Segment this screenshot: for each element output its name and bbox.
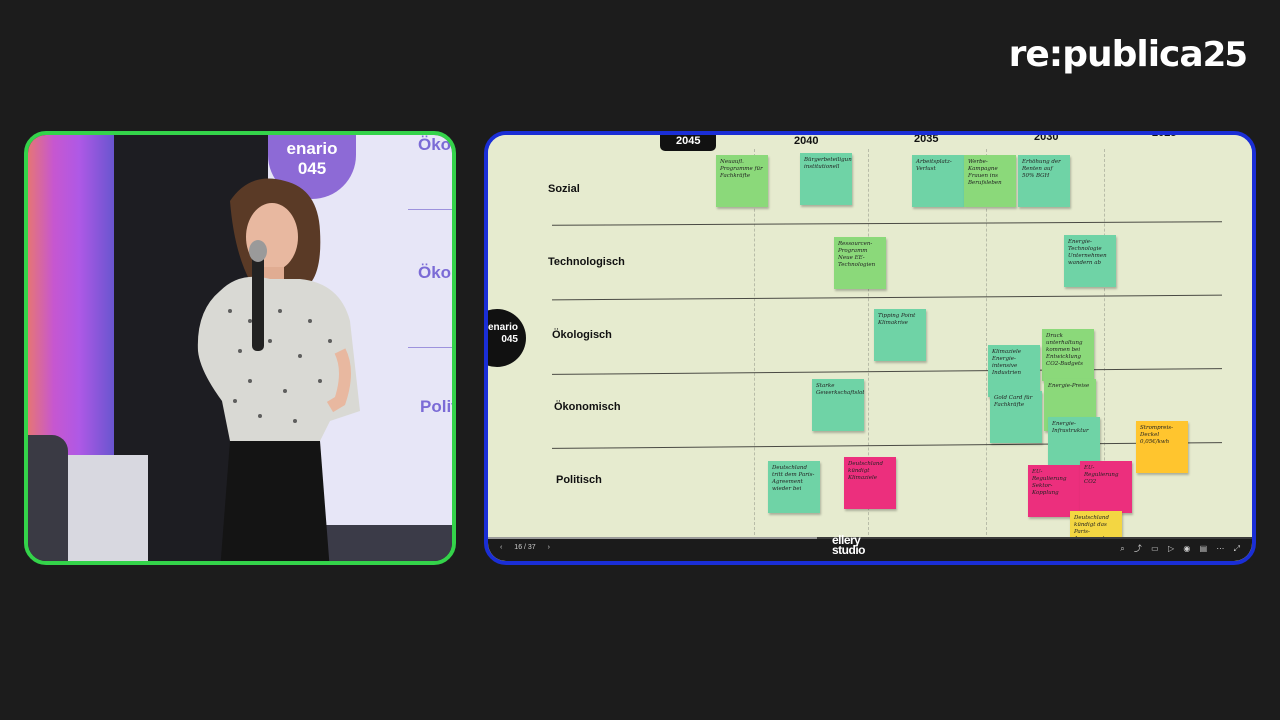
screen-label: Politi <box>420 397 452 416</box>
sticky-note: Bürgerbeteiligung institutionell <box>800 153 852 205</box>
sticky-note: Tipping Point Klimakrise <box>874 309 926 361</box>
screen-rule <box>408 347 452 348</box>
share-icon[interactable]: ⤴ <box>1134 544 1142 553</box>
sticky-note: Klimaziele Energie-intensive Industrien <box>988 345 1040 397</box>
republica-logo: re:publica25 <box>1008 34 1248 75</box>
row-label-oekologisch: Ökologisch <box>552 329 612 341</box>
broadcast-icon[interactable]: ◉ <box>1183 544 1190 553</box>
row-separator <box>552 294 1222 301</box>
notes-icon[interactable]: ▤ <box>1200 544 1208 553</box>
slide-counter: 16 / 37 <box>514 544 536 551</box>
sticky-note: Erhöhung der Renten auf 50% BGH <box>1018 155 1070 207</box>
row-separator <box>552 221 1222 226</box>
slide-photo: 2045 2040 2035 2030 2025 Sozial Technolo… <box>488 135 1252 561</box>
subtitles-icon[interactable]: ▭ <box>1151 544 1159 553</box>
studio-line: studio <box>832 542 866 557</box>
year-label: 2030 <box>1034 131 1059 143</box>
sticky-note: Werbe-Kampagne Frauen ins Berufsleben <box>964 155 1016 207</box>
slide-progress-fill <box>488 537 817 539</box>
stage-crates <box>68 455 148 561</box>
row-separator <box>552 442 1222 449</box>
ellery-studio-logo: ellery studio <box>832 534 866 557</box>
sticky-note: Deutschland tritt dem Paris-Agreement wi… <box>768 461 820 513</box>
present-icon[interactable]: ▷ <box>1168 544 1174 553</box>
year-label: 2040 <box>794 135 819 147</box>
slide-tools: ⌕ ⤴ ▭ ▷ ◉ ▤ ⋯ ⤢ <box>1113 543 1240 554</box>
scenario-badge-line: 045 <box>501 334 518 345</box>
logo-number: 25 <box>1202 35 1248 75</box>
fullscreen-icon[interactable]: ⤢ <box>1234 544 1240 553</box>
next-slide-button[interactable]: › <box>548 544 550 551</box>
sticky-note: Gold Card für Fachkräfte <box>990 391 1042 443</box>
row-label-oekonomisch: Ökonomisch <box>554 401 621 413</box>
sticky-note: Neuaufl. Programme für Fachkräfte <box>716 155 768 207</box>
podium <box>28 435 68 561</box>
sticky-note: Deutschland kündigt Klimaziele <box>844 457 896 509</box>
sticky-note: Druck unterhaltung kommen bei Entwicklun… <box>1042 329 1094 381</box>
scenario-badge-line: enario <box>487 322 518 333</box>
led-wall <box>28 135 114 465</box>
presentation-toolbar: ‹ 16 / 37 › ⌕ ⤴ ▭ ▷ ◉ ▤ ⋯ ⤢ <box>488 537 1252 561</box>
sticky-note: Starke Gewerkschaftslobby <box>812 379 864 431</box>
logo-text: re:publica <box>1008 34 1204 75</box>
year-label: 2025 <box>1152 131 1177 139</box>
sticky-note: EU-Regulierung CO2 <box>1080 461 1132 513</box>
sticky-note: Energie-Technologie Unternehmen wandern … <box>1064 235 1116 287</box>
sticky-note: Strompreis-Deckel 0,05€/kwh <box>1136 421 1188 473</box>
presentation-slide-panel: 2045 2040 2035 2030 2025 Sozial Technolo… <box>484 131 1256 565</box>
sticky-note: EU-Regulierung Sektor-Kopplung <box>1028 465 1080 517</box>
row-label-technologisch: Technologisch <box>548 256 625 268</box>
row-label-politisch: Politisch <box>556 474 602 486</box>
slide-progress-track <box>488 537 1252 539</box>
screen-label: Ökon <box>418 135 452 154</box>
sticky-note: Ressourcen-Programm Neue EE-Technologien <box>834 237 886 289</box>
zoom-icon[interactable]: ⌕ <box>1120 544 1124 553</box>
more-icon[interactable]: ⋯ <box>1216 544 1224 553</box>
sticky-note: Arbeitsplatz-Verlust <box>912 155 964 207</box>
slide-pager: ‹ 16 / 37 › <box>500 544 560 551</box>
year-tab-2045: 2045 <box>660 135 717 151</box>
speaker-video-panel: Ökon Ökon Politi enario 045 <box>24 131 456 565</box>
scenario-badge: enario 045 <box>487 309 526 367</box>
row-label-sozial: Sozial <box>548 183 580 195</box>
row-separator <box>552 368 1222 375</box>
scenario-circle-line: enario <box>286 139 338 158</box>
speaker-person <box>197 178 360 561</box>
year-label: 2035 <box>914 133 939 145</box>
screen-label: Ökon <box>418 263 452 282</box>
prev-slide-button[interactable]: ‹ <box>500 544 502 551</box>
screen-rule <box>408 209 452 210</box>
